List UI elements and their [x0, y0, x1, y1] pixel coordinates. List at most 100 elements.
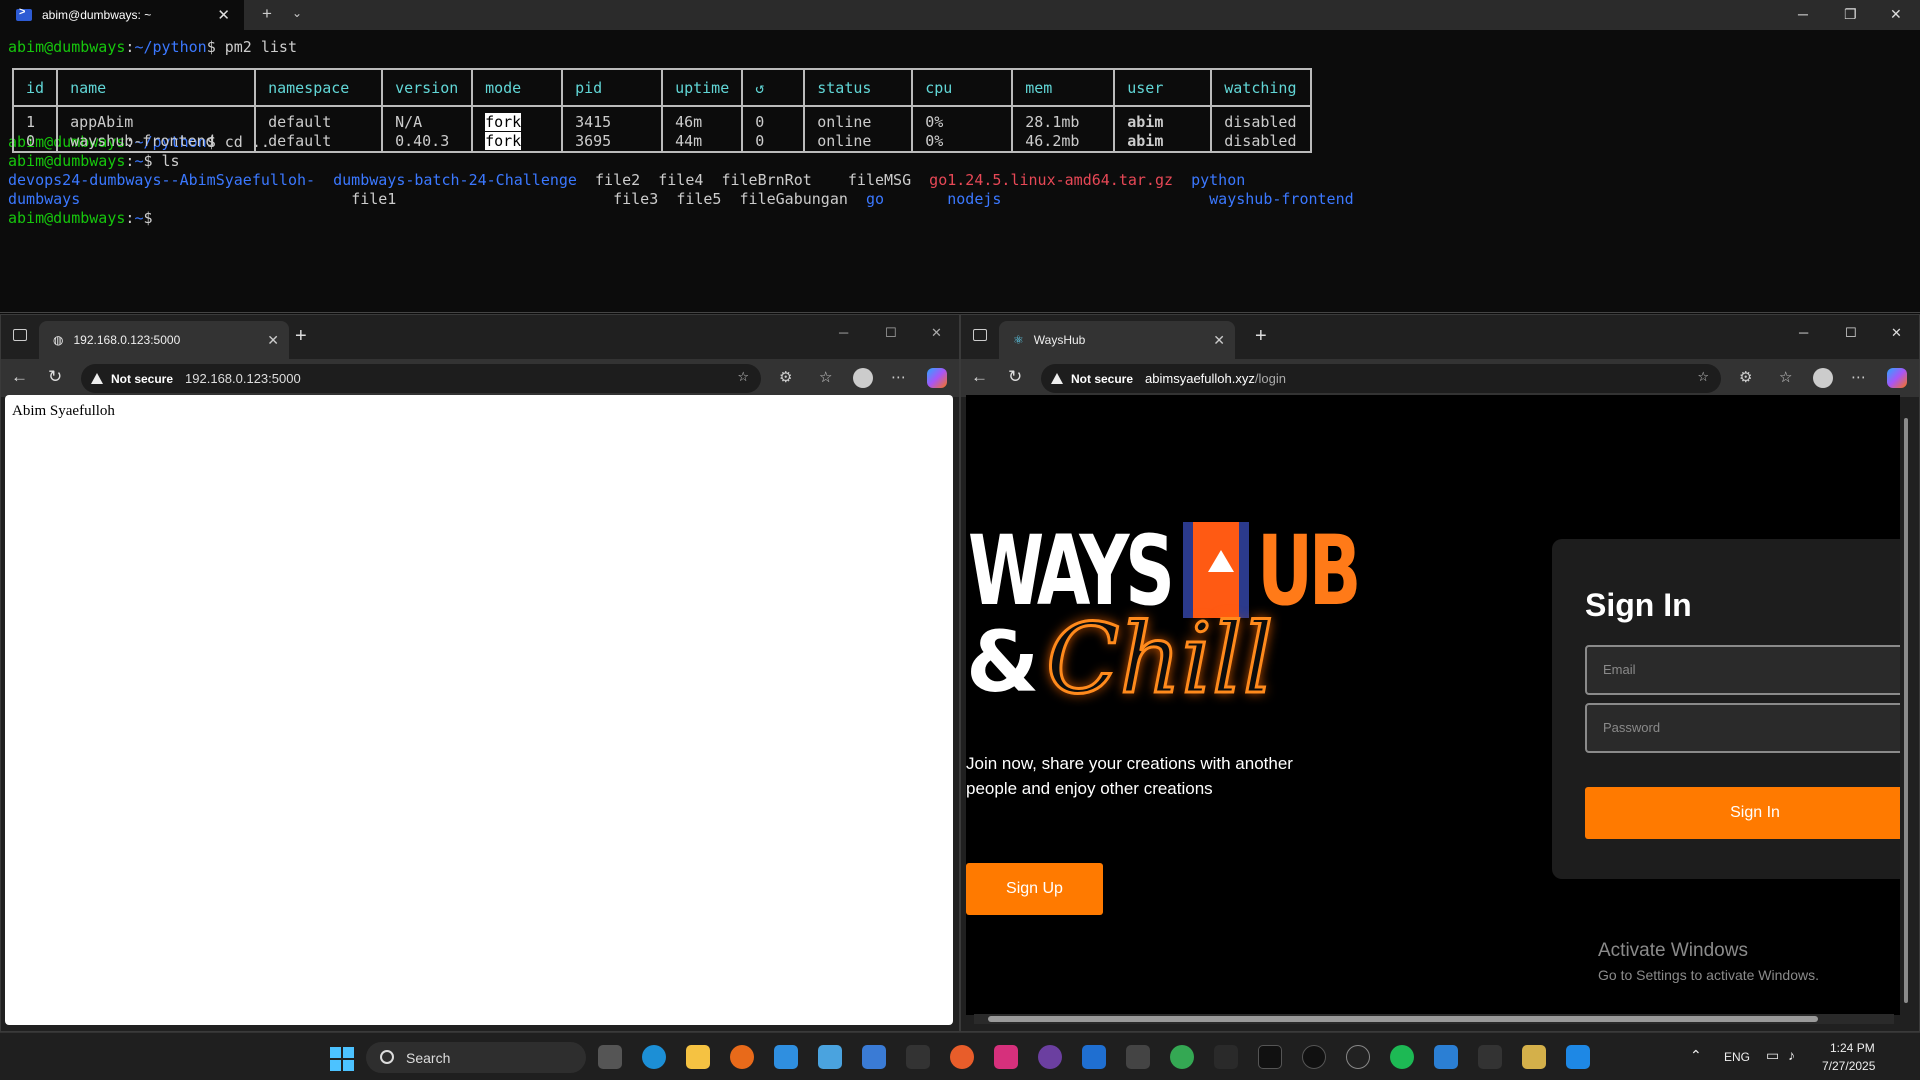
- profile-avatar[interactable]: [853, 368, 873, 388]
- tab-actions-icon[interactable]: [973, 329, 987, 341]
- back-arrow-icon[interactable]: ←: [971, 367, 988, 387]
- terminal-icon[interactable]: [1478, 1045, 1502, 1069]
- taskbar-search[interactable]: Search: [366, 1042, 586, 1073]
- more-icon[interactable]: ⋯: [1851, 368, 1866, 386]
- pm2-header: id: [11, 68, 59, 107]
- address-bar[interactable]: Not secure abimsyaefulloh.xyz/login ☆: [1041, 364, 1721, 393]
- minimize-button[interactable]: ─: [1798, 6, 1808, 22]
- tiktok-icon[interactable]: [1302, 1045, 1326, 1069]
- close-window-button[interactable]: ✕: [1890, 6, 1902, 23]
- file-explorer-icon[interactable]: [686, 1045, 710, 1069]
- new-tab-button[interactable]: +: [262, 4, 272, 24]
- scroll-thumb[interactable]: [988, 1016, 1818, 1022]
- new-tab-button[interactable]: +: [1255, 325, 1267, 348]
- tab-strip: ◍ 192.168.0.123:5000 ✕ + ─ ☐ ✕: [1, 315, 959, 359]
- star-icon[interactable]: ☆: [1697, 369, 1709, 385]
- url-path: /login: [1254, 371, 1286, 386]
- pm2-name: appAbim: [70, 113, 134, 131]
- pm2-header: status: [803, 68, 914, 107]
- tray-chevron-icon[interactable]: ⌃: [1690, 1047, 1702, 1064]
- maximize-button[interactable]: ☐: [885, 325, 897, 341]
- pm2-header: version: [381, 68, 474, 107]
- tradingview-icon[interactable]: [1258, 1045, 1282, 1069]
- vertical-scrollbar[interactable]: [1902, 410, 1910, 1015]
- copilot-icon[interactable]: [1887, 368, 1907, 388]
- refresh-icon[interactable]: ↻: [1008, 367, 1022, 387]
- favorites-icon[interactable]: ☆: [1779, 368, 1792, 386]
- app-icon[interactable]: [818, 1045, 842, 1069]
- task-view-icon[interactable]: [598, 1045, 622, 1069]
- prompt-user: abim@dumbways: [8, 38, 126, 56]
- blender-icon[interactable]: [950, 1045, 974, 1069]
- pm2-user: abim: [1127, 113, 1164, 131]
- sign-in-button[interactable]: Sign In: [1585, 787, 1900, 839]
- terminal-tab-bar: abim@dumbways: ~ ✕ + ⌄ ─ ❐ ✕: [0, 0, 1920, 30]
- taskbar: Search ⌃ ENG ▭ ♪ 1:24 PM 7/27/2025: [0, 1032, 1920, 1080]
- extensions-icon[interactable]: ⚙: [1739, 368, 1752, 386]
- close-tab-icon[interactable]: ✕: [1213, 332, 1225, 349]
- terminal-tab[interactable]: abim@dumbways: ~ ✕: [0, 0, 244, 30]
- extensions-icon[interactable]: ⚙: [779, 368, 792, 386]
- star-icon[interactable]: ☆: [737, 369, 749, 385]
- restore-button[interactable]: ❐: [1844, 6, 1857, 23]
- chrome-icon[interactable]: [1170, 1045, 1194, 1069]
- favorites-icon[interactable]: ☆: [819, 368, 832, 386]
- minimize-button[interactable]: ─: [1799, 325, 1808, 340]
- tab-actions-icon[interactable]: [13, 329, 27, 341]
- fl-studio-icon[interactable]: [730, 1045, 754, 1069]
- media-player-icon[interactable]: [1038, 1045, 1062, 1069]
- pm2-header: watching: [1210, 68, 1313, 107]
- back-arrow-icon[interactable]: ←: [11, 367, 28, 387]
- scroll-thumb[interactable]: [1904, 418, 1908, 1003]
- clock-time[interactable]: 1:24 PM: [1830, 1041, 1875, 1055]
- vscode-icon[interactable]: [1434, 1045, 1458, 1069]
- notepad-icon[interactable]: [774, 1045, 798, 1069]
- new-tab-button[interactable]: +: [295, 325, 307, 348]
- pm2-header-row: id name namespace version mode pid uptim…: [11, 68, 1313, 107]
- maximize-button[interactable]: ☐: [1845, 325, 1857, 341]
- instagram-icon[interactable]: [994, 1045, 1018, 1069]
- close-window-button[interactable]: ✕: [1891, 325, 1902, 341]
- windows-start-icon[interactable]: [330, 1047, 354, 1071]
- chatgpt-icon[interactable]: [1346, 1045, 1370, 1069]
- copilot-icon[interactable]: [927, 368, 947, 388]
- app-icon[interactable]: [1522, 1045, 1546, 1069]
- ipv-icon[interactable]: [906, 1045, 930, 1069]
- store-icon[interactable]: [1082, 1045, 1106, 1069]
- profile-avatar[interactable]: [1813, 368, 1833, 388]
- more-icon[interactable]: ⋯: [891, 368, 906, 386]
- browser-tab[interactable]: ◍ 192.168.0.123:5000 ✕: [39, 321, 289, 359]
- close-tab-icon[interactable]: ✕: [267, 332, 279, 349]
- app-icon[interactable]: [1214, 1045, 1238, 1069]
- chevron-down-icon[interactable]: ⌄: [292, 6, 302, 20]
- powershell-icon: [16, 6, 32, 21]
- photos-icon[interactable]: [862, 1045, 886, 1069]
- react-icon: ⚛: [1013, 333, 1024, 347]
- clock-date[interactable]: 7/27/2025: [1822, 1059, 1875, 1073]
- network-icon[interactable]: ▭: [1766, 1047, 1779, 1064]
- not-secure-label: Not secure: [111, 371, 174, 386]
- address-bar[interactable]: Not secure 192.168.0.123:5000 ☆: [81, 364, 761, 393]
- pm2-uptime: 46m: [675, 113, 703, 131]
- close-window-button[interactable]: ✕: [931, 325, 942, 341]
- edge-icon[interactable]: [642, 1045, 666, 1069]
- minimize-button[interactable]: ─: [839, 325, 848, 340]
- volume-icon[interactable]: ♪: [1788, 1047, 1795, 1063]
- language-indicator[interactable]: ENG: [1724, 1050, 1750, 1064]
- ls-file: fileGabungan: [739, 190, 848, 208]
- email-field[interactable]: Email: [1585, 645, 1900, 695]
- password-field[interactable]: Password: [1585, 703, 1900, 753]
- spotify-icon[interactable]: [1390, 1045, 1414, 1069]
- page-content-left: Abim Syaefulloh: [5, 395, 953, 1025]
- horizontal-scrollbar[interactable]: [974, 1014, 1894, 1024]
- ls-file: file1: [351, 190, 397, 208]
- browser-tab[interactable]: ⚛ WaysHub ✕: [999, 321, 1235, 359]
- app-icon[interactable]: [1566, 1045, 1590, 1069]
- sign-up-button[interactable]: Sign Up: [966, 863, 1103, 915]
- close-tab-icon[interactable]: ✕: [217, 6, 230, 24]
- pm2-header: user: [1113, 68, 1213, 107]
- terminal-app-icon[interactable]: [1126, 1045, 1150, 1069]
- refresh-icon[interactable]: ↻: [48, 367, 62, 387]
- ls-archive: go1.24.5.linux-amd64.tar.gz: [929, 171, 1174, 189]
- ls-file: file3: [613, 190, 659, 208]
